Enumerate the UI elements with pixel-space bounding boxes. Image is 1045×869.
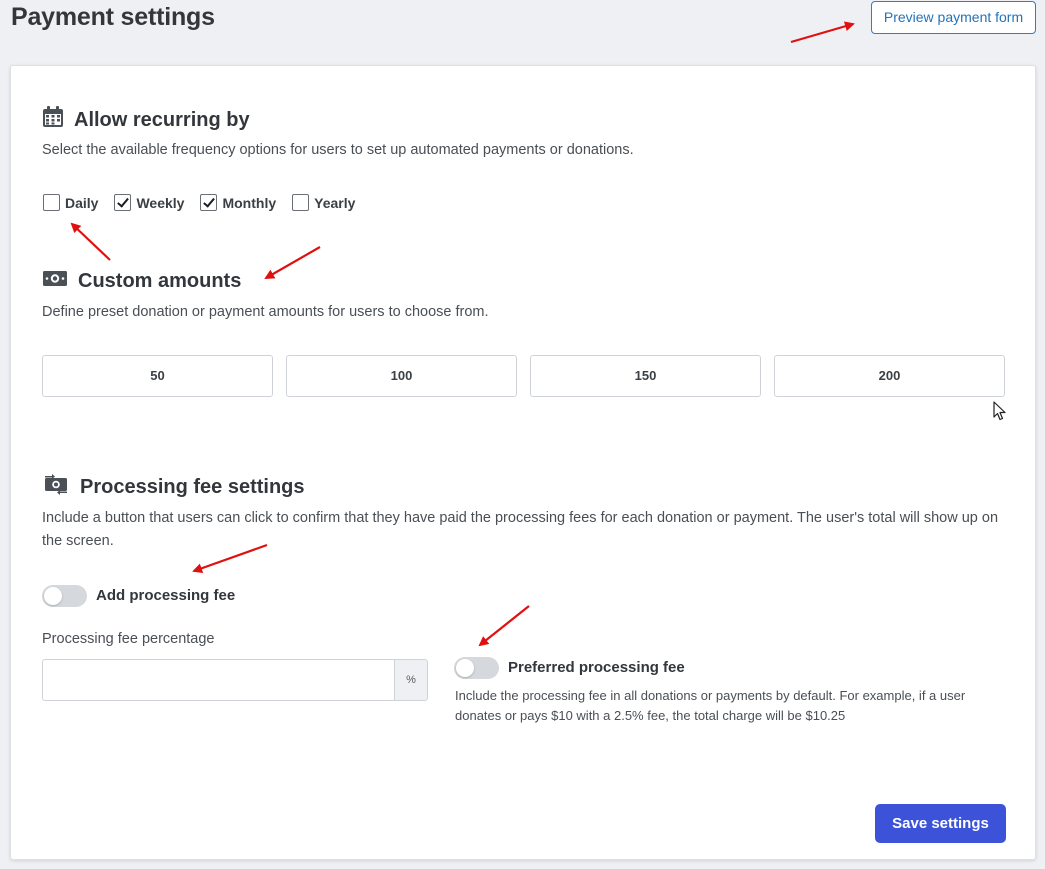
mouse-cursor-icon	[993, 401, 1006, 421]
recurring-title-text: Allow recurring by	[74, 108, 250, 131]
page-title: Payment settings	[11, 3, 215, 31]
recurring-section-title: Allow recurring by	[42, 106, 250, 134]
recurring-option-weekly[interactable]: Weekly	[114, 194, 184, 211]
toggle-knob	[456, 659, 474, 677]
save-settings-button[interactable]: Save settings	[875, 804, 1006, 843]
weekly-label: Weekly	[136, 194, 185, 211]
add-processing-fee-toggle[interactable]	[42, 585, 87, 607]
add-processing-fee-label: Add processing fee	[96, 587, 236, 604]
processing-fee-title-text: Processing fee settings	[80, 475, 305, 498]
custom-amounts-title-text: Custom amounts	[78, 269, 242, 292]
preferred-processing-fee-toggle[interactable]	[454, 657, 499, 679]
processing-fee-percentage-input[interactable]	[42, 659, 394, 701]
custom-amounts-section-title: Custom amounts	[42, 268, 241, 294]
processing-fee-section-title: Processing fee settings	[42, 473, 305, 501]
toggle-knob	[44, 587, 62, 605]
daily-checkbox[interactable]	[43, 194, 60, 211]
monthly-label: Monthly	[222, 194, 277, 211]
percent-addon: %	[394, 659, 428, 701]
calendar-icon	[42, 106, 64, 134]
yearly-checkbox[interactable]	[292, 194, 310, 211]
custom-amounts-description: Define preset donation or payment amount…	[42, 304, 489, 320]
preferred-processing-fee-description: Include the processing fee in all donati…	[455, 688, 966, 723]
recurring-option-daily[interactable]: Daily	[43, 194, 98, 211]
annotation-arrow-preview	[790, 21, 855, 44]
weekly-checkbox[interactable]	[114, 194, 132, 211]
settings-card: Allow recurring by Select the available …	[10, 65, 1036, 860]
amount-input-2[interactable]: 100	[286, 355, 517, 397]
preview-payment-form-button[interactable]: Preview payment form	[871, 1, 1036, 34]
recurring-option-monthly[interactable]: Monthly	[200, 194, 276, 211]
monthly-checkbox[interactable]	[200, 194, 218, 211]
daily-label: Daily	[65, 194, 99, 211]
recurring-description: Select the available frequency options f…	[42, 142, 634, 158]
processing-fee-percentage-label: Processing fee percentage	[42, 631, 215, 647]
money-icon	[42, 268, 68, 294]
preferred-processing-fee-label: Preferred processing fee	[508, 659, 685, 676]
yearly-label: Yearly	[314, 194, 356, 211]
amount-input-4[interactable]: 200	[774, 355, 1005, 397]
recurring-options: Daily Weekly Monthly Yearly	[43, 194, 371, 211]
amount-input-1[interactable]: 50	[42, 355, 273, 397]
recurring-option-yearly[interactable]: Yearly	[292, 194, 355, 211]
amount-input-3[interactable]: 150	[530, 355, 761, 397]
money-exchange-icon	[42, 473, 70, 501]
processing-fee-description: Include a button that users can click to…	[42, 510, 999, 549]
